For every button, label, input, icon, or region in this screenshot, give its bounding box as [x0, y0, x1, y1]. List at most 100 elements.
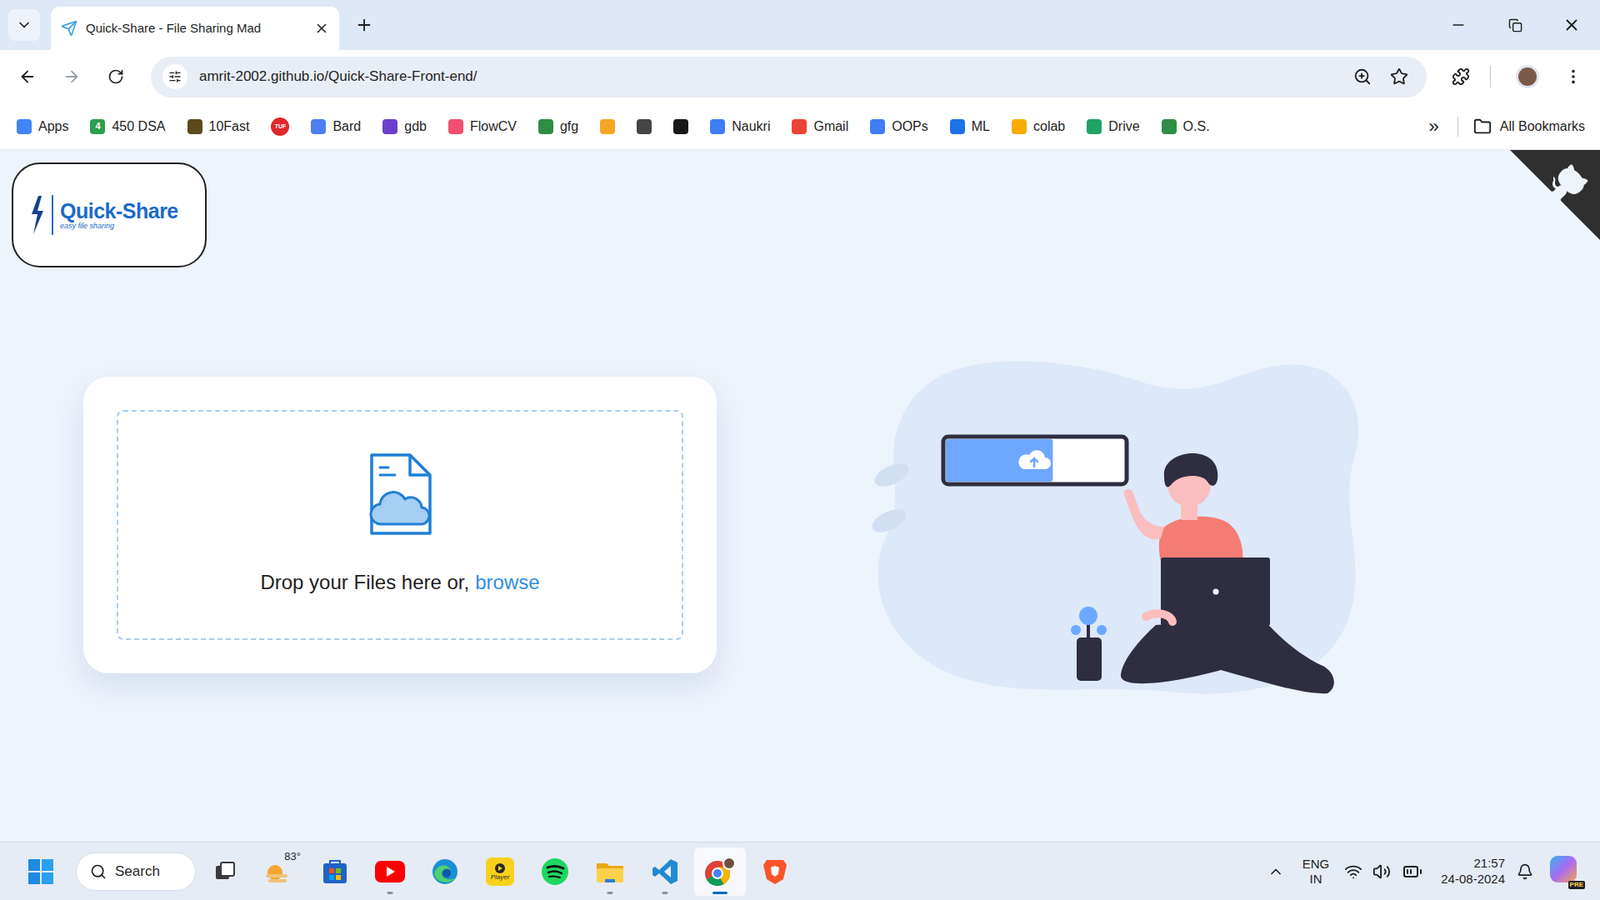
- site-info-button[interactable]: [162, 64, 188, 90]
- zoom-icon[interactable]: [1353, 67, 1372, 86]
- taskbar-app[interactable]: [694, 847, 746, 896]
- language-text: ENG: [1302, 856, 1330, 872]
- bookmark-item[interactable]: 10Fast: [182, 111, 255, 142]
- omnibox[interactable]: amrit-2002.github.io/Quick-Share-Front-e…: [150, 56, 1427, 98]
- bookmark-item[interactable]: 4450 DSA: [85, 111, 170, 142]
- bookmark-item[interactable]: TUF: [265, 111, 295, 142]
- wifi-icon[interactable]: [1344, 862, 1363, 881]
- browser-tab[interactable]: Quick-Share - File Sharing Mad: [50, 6, 340, 50]
- task-view-icon: [212, 859, 238, 885]
- bookmark-item[interactable]: [631, 111, 657, 142]
- taskbar-app[interactable]: [584, 847, 636, 896]
- taskbar-app[interactable]: [749, 847, 801, 896]
- profile-avatar-icon[interactable]: [1515, 65, 1540, 89]
- file-cloud-icon: [366, 452, 434, 536]
- taskbar-app[interactable]: [419, 847, 471, 896]
- reload-button[interactable]: [99, 60, 133, 94]
- github-corner[interactable]: [1510, 150, 1600, 240]
- tab-strip: Quick-Share - File Sharing Mad: [0, 0, 1600, 50]
- bookmark-favicon-icon: [673, 119, 689, 135]
- bookmark-item[interactable]: O.S.: [1156, 111, 1215, 142]
- taskbar-app[interactable]: Player: [474, 847, 526, 896]
- date-text: 24-08-2024: [1440, 871, 1505, 888]
- taskbar-app[interactable]: [364, 847, 416, 896]
- close-tab-icon[interactable]: [314, 20, 330, 36]
- bookmark-label: Drive: [1108, 116, 1140, 137]
- bookmark-label: Apps: [38, 116, 69, 137]
- bookmark-label: O.S.: [1183, 116, 1210, 137]
- bookmark-item[interactable]: colab: [1006, 111, 1070, 142]
- bookmark-item[interactable]: [668, 111, 694, 142]
- bookmark-item[interactable]: Apps: [11, 111, 74, 142]
- hidden-icons-icon[interactable]: [1267, 863, 1285, 880]
- restore-button[interactable]: [1486, 0, 1544, 50]
- copilot-button[interactable]: PRE: [1550, 855, 1582, 888]
- taskbar-app[interactable]: 83°: [254, 847, 306, 896]
- player-label: Player: [490, 874, 510, 881]
- menu-icon[interactable]: [1564, 67, 1583, 86]
- minimize-button[interactable]: [1430, 0, 1487, 50]
- start-button[interactable]: [19, 850, 63, 894]
- bookmark-favicon-icon: [382, 119, 398, 135]
- logo-tagline: easy file sharing: [60, 222, 179, 230]
- bookmark-favicon-icon: [710, 119, 725, 135]
- close-window-button[interactable]: [1543, 0, 1600, 50]
- bookmark-label: Gmail: [813, 116, 849, 137]
- taskbar-search[interactable]: Search: [75, 852, 196, 891]
- bookmark-item[interactable]: [595, 111, 620, 142]
- bookmark-favicon-icon: [791, 119, 807, 135]
- browse-link[interactable]: browse: [475, 567, 540, 598]
- background-blob: [878, 361, 1360, 695]
- windows-logo-icon: [27, 858, 55, 885]
- language-indicator[interactable]: ENGIN: [1302, 856, 1330, 887]
- bookmark-star-icon[interactable]: [1390, 67, 1409, 86]
- bookmark-item[interactable]: ML: [945, 111, 995, 142]
- play-icon: [494, 862, 506, 875]
- player-app-icon: Player: [485, 857, 515, 886]
- weather-temperature: 83°: [283, 850, 302, 862]
- taskbar-apps: 83° Player: [197, 847, 803, 896]
- bookmark-item[interactable]: OOPs: [865, 111, 934, 142]
- profile-avatar-icon: [722, 856, 736, 870]
- bookmark-label: colab: [1033, 116, 1065, 137]
- bookmark-favicon-icon: [1161, 119, 1177, 135]
- tab-search-button[interactable]: [8, 9, 40, 41]
- page: Quick-Shareeasy file sharing Drop your Fi…: [0, 150, 1600, 842]
- taskbar-app[interactable]: [639, 847, 691, 896]
- bookmark-label: gfg: [560, 116, 579, 137]
- volume-icon[interactable]: [1372, 862, 1391, 881]
- taskbar-app[interactable]: [199, 847, 251, 896]
- bookmark-favicon-icon: [187, 119, 203, 135]
- file-explorer-icon: [595, 858, 625, 885]
- logo[interactable]: Quick-Shareeasy file sharing: [11, 162, 207, 268]
- new-tab-button[interactable]: [349, 10, 380, 40]
- chrome-app: [704, 856, 736, 887]
- site-settings-icon: [168, 70, 182, 84]
- forward-button[interactable]: [55, 60, 89, 94]
- back-button[interactable]: [10, 60, 45, 94]
- bookmark-favicon-icon: [1086, 119, 1102, 135]
- running-indicator: [662, 891, 669, 895]
- taskbar-app[interactable]: [309, 847, 361, 896]
- paper-plane-icon: [60, 20, 78, 37]
- all-bookmarks-button[interactable]: All Bookmarks: [1470, 116, 1589, 137]
- bookmark-item[interactable]: Bard: [305, 111, 366, 142]
- bookmark-item[interactable]: gfg: [533, 111, 584, 142]
- more-bookmarks-button[interactable]: »: [1422, 117, 1446, 136]
- bookmark-item[interactable]: FlowCV: [443, 111, 522, 142]
- battery-icon[interactable]: [1402, 861, 1423, 882]
- notification-icon[interactable]: [1516, 863, 1534, 880]
- weather-icon: [263, 860, 292, 886]
- drop-zone[interactable]: Drop your Files here or,browse: [116, 410, 684, 640]
- extensions-icon[interactable]: [1451, 67, 1470, 86]
- bookmark-item[interactable]: Drive: [1081, 111, 1145, 142]
- bookmark-favicon-icon: [448, 119, 464, 135]
- logo-divider: [51, 195, 54, 235]
- bookmark-item[interactable]: Gmail: [786, 111, 854, 142]
- taskbar-app[interactable]: [529, 847, 581, 896]
- bookmark-item[interactable]: Naukri: [705, 111, 775, 142]
- bookmark-favicon-icon: [636, 119, 652, 135]
- clock[interactable]: 21:5724-08-2024: [1440, 855, 1505, 888]
- bookmark-item[interactable]: gdb: [377, 111, 432, 142]
- bookmark-favicon-icon: [1011, 119, 1027, 135]
